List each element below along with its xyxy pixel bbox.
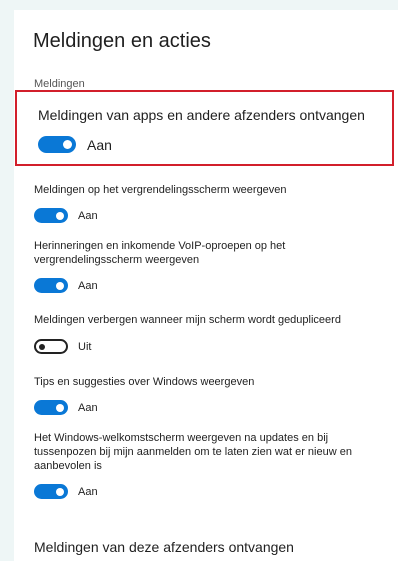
page-title: Meldingen en acties [33, 30, 211, 52]
toggle-state-text: Aan [87, 136, 112, 153]
toggle-state-text: Aan [78, 485, 98, 498]
toggle-knob [56, 281, 64, 290]
toggle-knob [56, 403, 64, 412]
lock-screen-toggle[interactable] [34, 208, 68, 223]
setting-label-hide-duplicating: Meldingen verbergen wanneer mijn scherm … [34, 314, 341, 326]
setting-hide-when-duplicating: Meldingen verbergen wanneer mijn scherm … [34, 313, 390, 354]
toggle-row-hide-duplicating: Uit [34, 339, 390, 354]
welcome-toggle[interactable] [34, 484, 68, 499]
tips-toggle[interactable] [34, 400, 68, 415]
setting-welcome-screen: Het Windows-welkomstscherm weergeven na … [34, 431, 390, 499]
toggle-knob [63, 140, 72, 149]
setting-voip-reminders: Herinneringen en inkomende VoIP-oproepen… [34, 239, 390, 293]
setting-lock-screen-notifications: Meldingen op het vergrendelingsscherm we… [34, 183, 390, 223]
toggle-state-text: Uit [78, 340, 92, 353]
voip-toggle[interactable] [34, 278, 68, 293]
section-label: Meldingen [34, 78, 85, 90]
setting-label-tips: Tips en suggesties over Windows weergeve… [34, 376, 255, 388]
toggle-state-text: Aan [78, 279, 98, 292]
setting-label-lock-screen: Meldingen op het vergrendelingsscherm we… [34, 184, 287, 196]
setting-label-voip: Herinneringen en inkomende VoIP-oproepen… [34, 240, 286, 266]
setting-label-welcome: Het Windows-welkomstscherm weergeven na … [34, 432, 352, 472]
toggle-row-voip: Aan [34, 278, 390, 293]
toggle-state-text: Aan [78, 209, 98, 222]
setting-tips-suggestions: Tips en suggesties over Windows weergeve… [34, 375, 390, 415]
receive-notifications-toggle[interactable] [38, 136, 76, 153]
toggle-knob [39, 343, 45, 350]
hide-duplicating-toggle[interactable] [34, 339, 68, 354]
toggle-state-text: Aan [78, 401, 98, 414]
senders-heading: Meldingen van deze afzenders ontvangen [34, 539, 294, 555]
toggle-knob [56, 487, 64, 496]
toggle-row-tips: Aan [34, 400, 390, 415]
setting-label-receive-notifications: Meldingen van apps en andere afzenders o… [38, 107, 365, 123]
highlighted-setting: Meldingen van apps en andere afzenders o… [15, 90, 394, 166]
toggle-row-receive-notifications: Aan [38, 136, 112, 153]
toggle-row-lock-screen: Aan [34, 208, 390, 223]
toggle-row-welcome: Aan [34, 484, 390, 499]
toggle-knob [56, 211, 64, 220]
